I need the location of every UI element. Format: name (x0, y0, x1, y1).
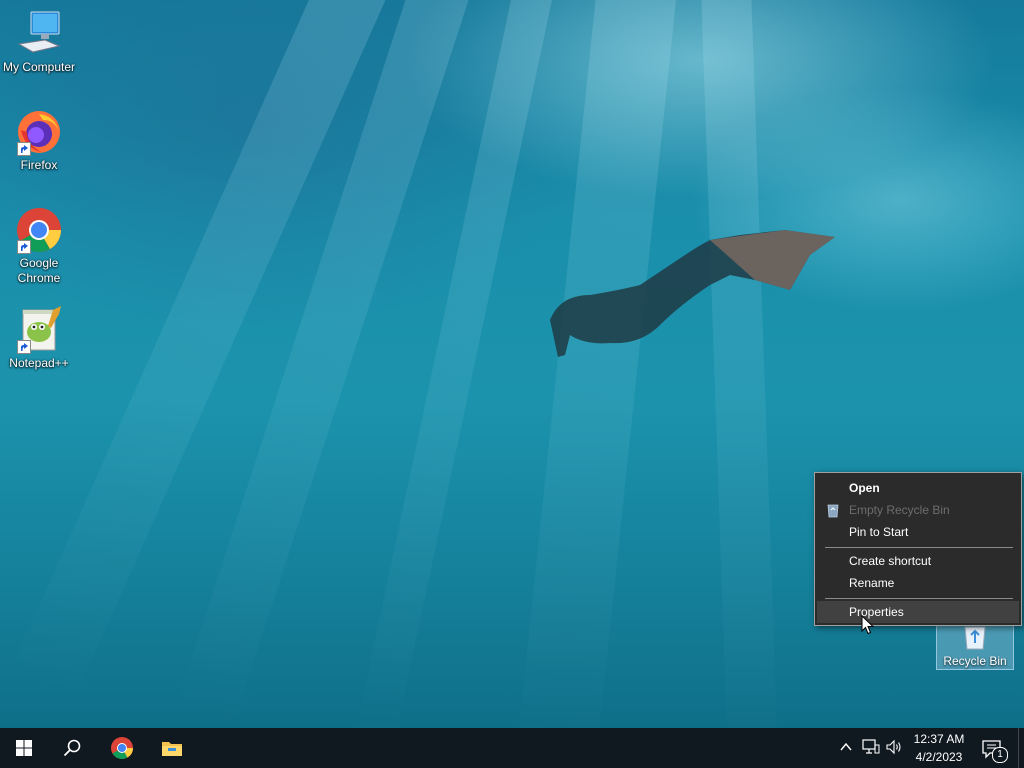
desktop-icon-firefox[interactable]: Firefox (1, 108, 77, 173)
recycle-bin-icon (964, 626, 986, 650)
shortcut-arrow-icon (17, 240, 31, 254)
menu-item-create-shortcut[interactable]: Create shortcut (817, 550, 1019, 572)
desktop-icon-label: My Computer (2, 60, 76, 74)
mouse-cursor-icon (861, 615, 875, 635)
menu-item-label: Open (849, 481, 880, 495)
shortcut-arrow-icon (17, 142, 31, 156)
network-icon[interactable] (862, 739, 880, 755)
computer-icon (15, 10, 63, 58)
start-button[interactable] (0, 728, 48, 768)
desktop-icon-recycle-bin[interactable]: Recycle Bin (936, 622, 1014, 670)
menu-separator (825, 598, 1013, 599)
taskbar: 12:37 AM 4/2/2023 1 (0, 728, 1024, 768)
windows-start-icon (16, 740, 32, 756)
volume-icon[interactable] (885, 739, 903, 755)
desktop-icon-my-computer[interactable]: My Computer (1, 10, 77, 75)
desktop-icon-label: Google Chrome (17, 256, 61, 285)
desktop[interactable]: My Computer Firefox Google Chrome Notepa… (0, 0, 1024, 728)
clock-date: 4/2/2023 (915, 750, 963, 764)
desktop-icon-google-chrome[interactable]: Google Chrome (1, 206, 77, 286)
clock-time: 12:37 AM (913, 732, 965, 746)
desktop-icon-notepad-plus-plus[interactable]: Notepad++ (1, 306, 77, 371)
menu-separator (825, 547, 1013, 548)
taskbar-clock[interactable]: 12:37 AM 4/2/2023 (906, 730, 972, 766)
menu-item-open[interactable]: Open (817, 477, 1019, 499)
menu-item-label: Pin to Start (849, 525, 909, 539)
menu-item-rename[interactable]: Rename (817, 572, 1019, 594)
chrome-icon (15, 206, 63, 254)
taskbar-file-explorer-button[interactable] (148, 728, 196, 768)
menu-item-label: Empty Recycle Bin (849, 503, 950, 517)
menu-item-pin-to-start[interactable]: Pin to Start (817, 521, 1019, 543)
taskbar-chrome-button[interactable] (98, 728, 146, 768)
search-icon (63, 739, 81, 757)
notepad-plus-plus-icon (15, 306, 63, 354)
desktop-icon-label: Notepad++ (9, 356, 69, 370)
diver-wallpaper-image (550, 230, 835, 357)
shortcut-arrow-icon (17, 340, 31, 354)
search-button[interactable] (48, 728, 96, 768)
context-menu: Open Empty Recycle Bin Pin to Start Crea… (814, 472, 1022, 626)
file-explorer-icon (162, 742, 182, 756)
desktop-icon-label: Firefox (20, 158, 58, 172)
menu-item-empty-recycle-bin[interactable]: Empty Recycle Bin (817, 499, 1019, 521)
show-desktop-button[interactable] (1018, 728, 1024, 768)
menu-item-label: Properties (849, 605, 904, 619)
menu-item-properties[interactable]: Properties (817, 601, 1019, 623)
menu-item-label: Rename (849, 576, 895, 590)
notification-count-badge: 1 (992, 747, 1008, 763)
desktop-icon-label: Recycle Bin (943, 654, 1007, 668)
chevron-up-icon[interactable] (840, 742, 852, 752)
firefox-icon (15, 108, 63, 156)
menu-item-label: Create shortcut (849, 554, 932, 568)
chrome-icon (111, 737, 133, 759)
